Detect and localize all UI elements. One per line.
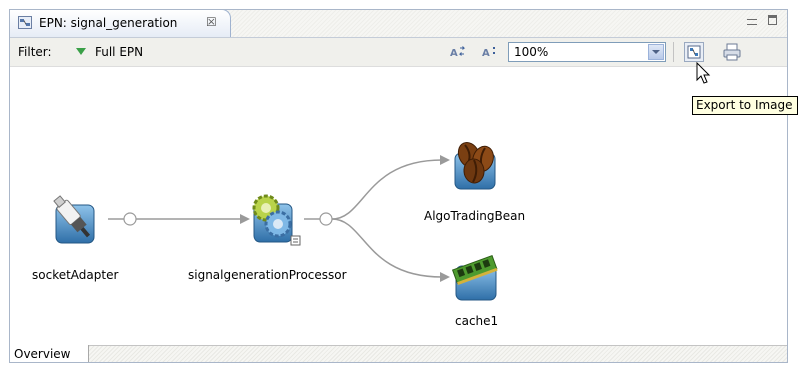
node-label-socket-adapter: socketAdapter xyxy=(32,268,119,282)
connector-port xyxy=(123,212,137,226)
connector-layer xyxy=(108,155,450,282)
connector-port xyxy=(319,212,333,226)
editor-titlebar: EPN: signal_generation ☒ xyxy=(10,10,787,38)
triangle-down-icon xyxy=(76,48,86,55)
editor-tab[interactable]: EPN: signal_generation ☒ xyxy=(10,10,231,37)
editor-tab-title: EPN: signal_generation xyxy=(39,16,178,30)
usb-plug-icon[interactable] xyxy=(50,195,100,245)
zoom-value: 100% xyxy=(514,45,549,59)
layout-diagram-icon[interactable]: A xyxy=(450,45,468,59)
maximize-icon[interactable] xyxy=(768,15,777,25)
tab-overview[interactable]: Overview xyxy=(10,345,89,362)
close-tab-icon[interactable]: ☒ xyxy=(206,15,217,29)
filter-dropdown[interactable]: Full EPN xyxy=(72,43,143,61)
diagram-toolbar: Filter: Full EPN A A 100% xyxy=(10,38,787,67)
align-diagram-icon[interactable]: A xyxy=(482,45,500,59)
print-icon[interactable] xyxy=(722,43,742,61)
export-to-image-button[interactable] xyxy=(684,42,704,62)
node-label-signalgeneration-processor: signalgenerationProcessor xyxy=(188,268,347,282)
coffee-beans-icon[interactable] xyxy=(447,137,503,193)
connector-curve xyxy=(331,218,443,278)
filter-value: Full EPN xyxy=(95,45,144,59)
chevron-down-icon[interactable] xyxy=(648,44,664,60)
zoom-select[interactable]: 100% xyxy=(508,42,666,62)
svg-text:A: A xyxy=(482,48,490,59)
epn-editor-window: EPN: signal_generation ☒ Filter: Full EP… xyxy=(9,9,788,363)
node-label-algo-trading-bean: AlgoTradingBean xyxy=(424,209,526,223)
tab-overview-label: Overview xyxy=(14,347,71,361)
epn-diagram-canvas[interactable]: socketAdapter signalgenerationProcessor xyxy=(10,67,787,345)
minimize-icon[interactable] xyxy=(747,19,757,25)
node-label-cache1: cache1 xyxy=(455,314,499,328)
bottom-tab-strip: Overview xyxy=(10,345,787,362)
gears-icon[interactable] xyxy=(244,192,304,248)
toolbar-separator xyxy=(673,42,674,62)
export-to-image-tooltip: Export to Image xyxy=(692,96,798,115)
epn-diagram-icon xyxy=(18,16,32,29)
memory-chip-icon[interactable] xyxy=(450,252,502,304)
filter-label: Filter: xyxy=(18,45,52,59)
mouse-pointer-icon xyxy=(696,62,711,84)
connector-arrowhead xyxy=(440,272,450,282)
svg-text:A: A xyxy=(450,48,458,59)
